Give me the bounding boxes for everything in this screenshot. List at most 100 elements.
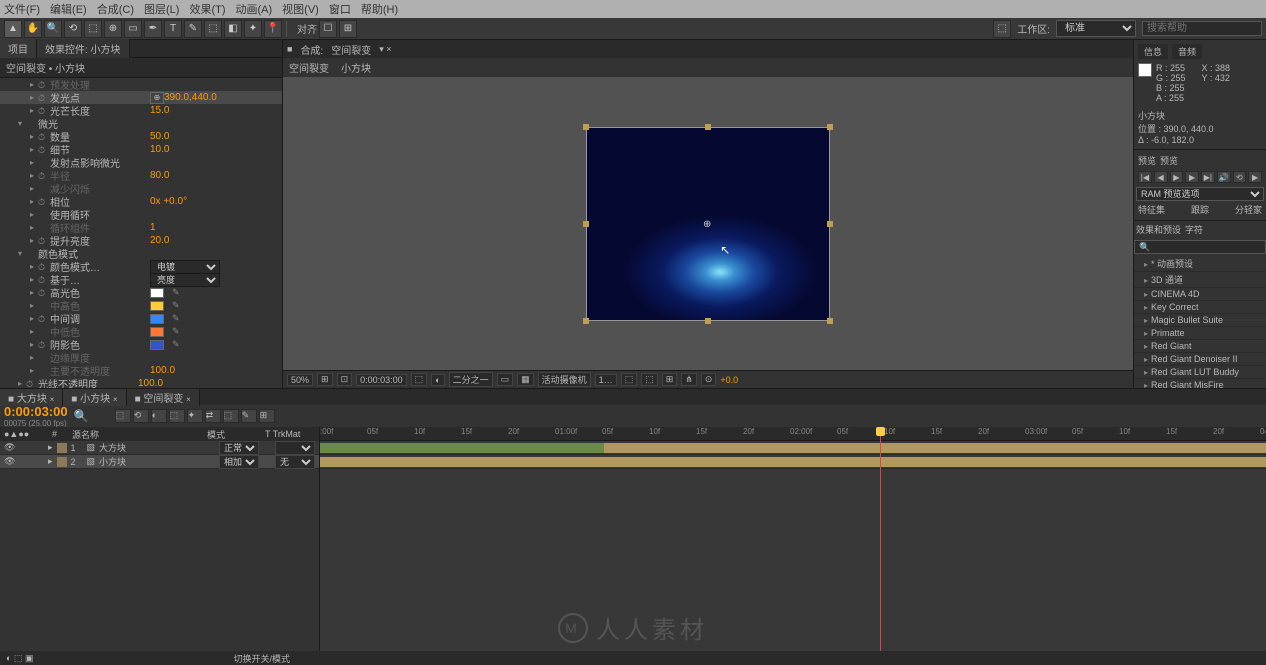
- workspace-icon[interactable]: ⬚: [993, 20, 1011, 38]
- trkmat-select[interactable]: [275, 441, 315, 455]
- pan-behind-tool[interactable]: ⊕: [104, 20, 122, 38]
- prop-value[interactable]: 15.0: [150, 105, 169, 116]
- expand-icon[interactable]: ▸: [48, 456, 53, 467]
- tl-btn-5[interactable]: ✦: [187, 409, 203, 423]
- menu-layer[interactable]: 图层(L): [144, 1, 179, 17]
- snapshot-btn[interactable]: ⬚: [411, 373, 428, 386]
- prop-value[interactable]: 0x +0.0°: [150, 196, 187, 207]
- tl-btn-2[interactable]: ⟲: [133, 409, 149, 423]
- tl-btn-8[interactable]: ✎: [241, 409, 257, 423]
- blend-mode-select[interactable]: 正常: [219, 441, 259, 455]
- prev-frame-btn[interactable]: ◀: [1154, 171, 1168, 183]
- effects-presets-tab[interactable]: 效果和预设: [1136, 223, 1181, 236]
- puppet-tool[interactable]: 📍: [264, 20, 282, 38]
- brainstorm-btn[interactable]: ⬚: [641, 373, 658, 386]
- tl-btn-4[interactable]: ⬚: [169, 409, 185, 423]
- transform-handle[interactable]: [827, 318, 833, 324]
- stopwatch-icon[interactable]: ⏱: [26, 379, 38, 389]
- anchor-point-icon[interactable]: ⊕: [703, 219, 713, 229]
- timeline-ruler[interactable]: :00f05f10f15f20f01:00f05f10f15f20f02:00f…: [320, 427, 1266, 441]
- stopwatch-icon[interactable]: ⏱: [38, 197, 50, 207]
- layer-color[interactable]: [57, 443, 67, 453]
- audio-btn[interactable]: 🔊: [1217, 171, 1231, 183]
- eyedropper-icon[interactable]: ✎: [172, 339, 184, 350]
- menu-comp[interactable]: 合成(C): [97, 1, 134, 17]
- play-btn[interactable]: ▶: [1170, 171, 1184, 183]
- prop-value[interactable]: 390.0,440.0: [164, 92, 217, 103]
- effect-category[interactable]: Primatte: [1134, 327, 1266, 340]
- search-icon[interactable]: 🔍: [74, 409, 89, 423]
- prop-value[interactable]: 10.0: [150, 144, 169, 155]
- info-tab[interactable]: 信息: [1138, 44, 1168, 59]
- effect-controls-tab[interactable]: 效果控件: 小方块: [37, 39, 130, 58]
- audio-tab[interactable]: 音频: [1172, 44, 1202, 59]
- prop-value[interactable]: 100.0: [150, 365, 175, 376]
- menu-effect[interactable]: 效果(T): [189, 1, 225, 17]
- ram-preview-btn[interactable]: ▶: [1248, 171, 1262, 183]
- timeline-btn[interactable]: ⊞: [662, 373, 678, 386]
- resolution-select[interactable]: 二分之一: [449, 372, 493, 387]
- timeline-tab[interactable]: ■ 空间裂变 ×: [127, 389, 200, 406]
- reset-exposure-btn[interactable]: ⊙: [701, 373, 717, 386]
- effect-category[interactable]: CINEMA 4D: [1134, 288, 1266, 301]
- prop-value[interactable]: 50.0: [150, 131, 169, 142]
- tl-btn-6[interactable]: ⇄: [205, 409, 221, 423]
- expand-icon[interactable]: ▸: [48, 442, 53, 453]
- color-swatch[interactable]: [150, 301, 164, 311]
- ram-preview-select[interactable]: RAM 预览选项: [1136, 187, 1264, 201]
- zoom-tool[interactable]: 🔍: [44, 20, 62, 38]
- prop-value[interactable]: 20.0: [150, 235, 169, 246]
- tl-btn-3[interactable]: ◐: [151, 409, 167, 423]
- hand-tool[interactable]: ✋: [24, 20, 42, 38]
- effect-category[interactable]: 3D 通道: [1134, 272, 1266, 288]
- roi-btn[interactable]: ▭: [497, 373, 514, 386]
- stopwatch-icon[interactable]: ⏱: [38, 288, 50, 298]
- rotate-tool[interactable]: ⟲: [64, 20, 82, 38]
- transform-handle[interactable]: [705, 318, 711, 324]
- timeline-timecode[interactable]: 0:00:03:00: [4, 404, 68, 419]
- menu-window[interactable]: 窗口: [329, 1, 351, 17]
- eyedropper-icon[interactable]: ✎: [172, 326, 184, 337]
- effect-category[interactable]: * 动画预设: [1134, 256, 1266, 272]
- transform-handle[interactable]: [827, 124, 833, 130]
- preview-tab-2[interactable]: 预览: [1160, 154, 1178, 167]
- text-tool[interactable]: T: [164, 20, 182, 38]
- eyedropper-icon[interactable]: ✎: [172, 287, 184, 298]
- effect-category[interactable]: Magic Bullet Suite: [1134, 314, 1266, 327]
- composition-viewport[interactable]: ⊕ ↖: [283, 77, 1133, 370]
- prop-select[interactable]: 亮度: [150, 273, 220, 287]
- stopwatch-icon[interactable]: ⏱: [38, 132, 50, 142]
- view-select[interactable]: 1…: [595, 374, 617, 386]
- camera-select[interactable]: 活动摄像机: [538, 372, 591, 387]
- stopwatch-icon[interactable]: ⏱: [38, 275, 50, 285]
- menu-animation[interactable]: 动画(A): [236, 1, 273, 17]
- effect-category[interactable]: Red Giant Denoiser II: [1134, 353, 1266, 366]
- toggle-switches[interactable]: 切换开关/模式: [233, 652, 290, 665]
- color-swatch[interactable]: [150, 340, 164, 350]
- transform-handle[interactable]: [705, 124, 711, 130]
- effect-prop-row[interactable]: ▸⏱光线不透明度100.0: [0, 377, 282, 388]
- playhead[interactable]: [880, 427, 881, 665]
- preview-sub1[interactable]: 特征集: [1138, 203, 1165, 216]
- prop-value[interactable]: 100.0: [138, 378, 163, 388]
- viewer-grid-btn[interactable]: ⊞: [317, 373, 333, 386]
- color-swatch[interactable]: [150, 327, 164, 337]
- character-tab[interactable]: 字符: [1185, 223, 1203, 236]
- next-frame-btn[interactable]: ▶: [1185, 171, 1199, 183]
- transform-handle[interactable]: [827, 221, 833, 227]
- stopwatch-icon[interactable]: ⏱: [38, 171, 50, 181]
- camera-tool[interactable]: ⬚: [84, 20, 102, 38]
- transform-handle[interactable]: [583, 124, 589, 130]
- roto-tool[interactable]: ✦: [244, 20, 262, 38]
- prop-select[interactable]: 电镀: [150, 260, 220, 274]
- effect-category[interactable]: Key Correct: [1134, 301, 1266, 314]
- prop-value[interactable]: 80.0: [150, 170, 169, 181]
- timeline-layer-row[interactable]: 👁▸1▧大方块正常: [0, 441, 319, 455]
- eyedropper-icon[interactable]: ✎: [172, 313, 184, 324]
- snap-toggle[interactable]: ☐: [319, 20, 337, 38]
- layer-color[interactable]: [57, 457, 67, 467]
- brush-tool[interactable]: ✎: [184, 20, 202, 38]
- tl-btn-7[interactable]: ⬚: [223, 409, 239, 423]
- preview-sub3[interactable]: 分轻家: [1235, 203, 1262, 216]
- comp-subtab-2[interactable]: 小方块: [341, 60, 371, 75]
